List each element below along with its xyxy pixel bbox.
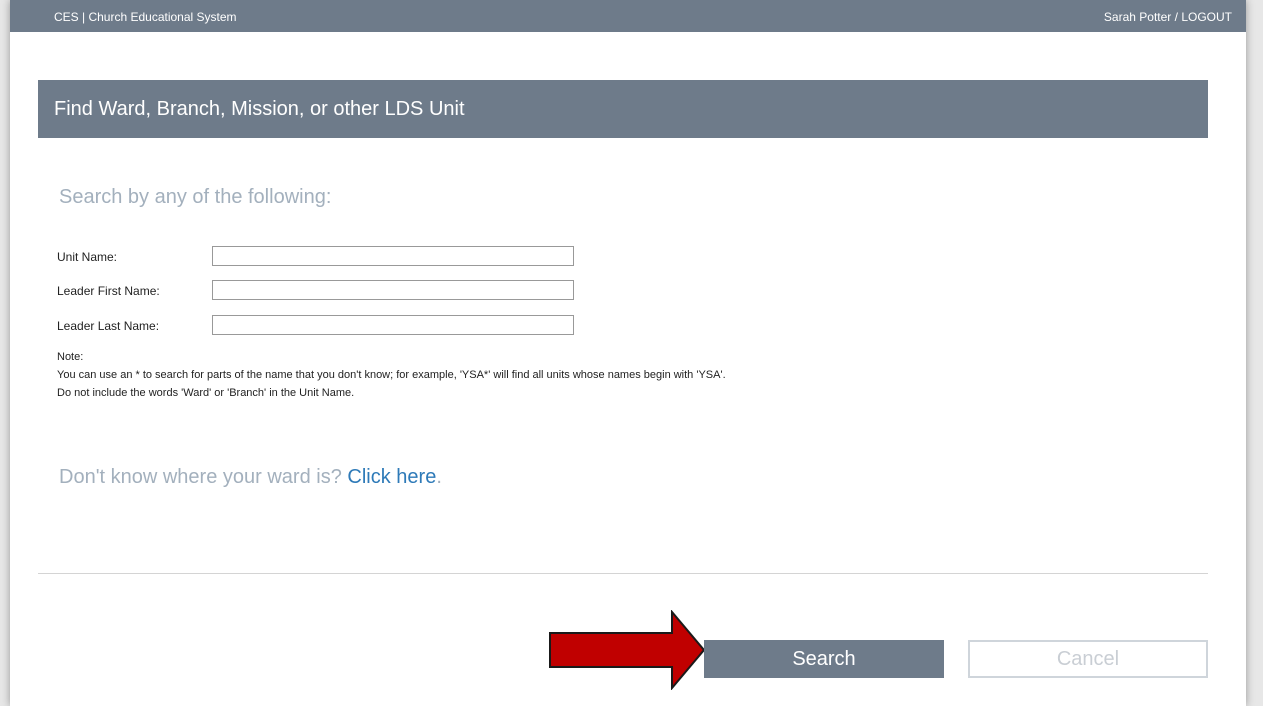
- leader-last-name-row: Leader Last Name:: [57, 315, 617, 337]
- leader-first-name-input[interactable]: [212, 280, 574, 300]
- click-here-link[interactable]: Click here: [347, 466, 436, 488]
- user-menu: Sarah Potter / LOGOUT: [1104, 10, 1232, 24]
- note-line-wildcard: You can use an * to search for parts of …: [57, 369, 726, 381]
- user-name: Sarah Potter: [1103, 10, 1172, 24]
- page-title: Find Ward, Branch, Mission, or other LDS…: [38, 80, 1208, 138]
- unit-name-label: Unit Name:: [57, 250, 118, 264]
- leader-last-name-label: Leader Last Name:: [57, 319, 160, 333]
- search-note: Note: You can use an * to search for par…: [57, 348, 726, 402]
- note-line-exclude: Do not include the words 'Ward' or 'Bran…: [57, 387, 355, 399]
- leader-first-name-row: Leader First Name:: [57, 280, 617, 302]
- ward-help-text: Don't know where your ward is?: [59, 466, 342, 488]
- search-heading: Search by any of the following:: [59, 186, 332, 208]
- top-bar: CES | Church Educational System Sarah Po…: [10, 0, 1246, 32]
- note-label: Note:: [57, 351, 84, 363]
- brand-label: CES | Church Educational System: [54, 10, 237, 24]
- app-window: CES | Church Educational System Sarah Po…: [10, 0, 1246, 706]
- logout-link[interactable]: LOGOUT: [1181, 10, 1232, 24]
- ward-help: Don't know where your ward is? Click her…: [59, 466, 442, 489]
- leader-last-name-input[interactable]: [212, 315, 574, 335]
- cancel-button[interactable]: Cancel: [968, 640, 1208, 678]
- search-button[interactable]: Search: [704, 640, 944, 678]
- leader-first-name-label: Leader First Name:: [57, 284, 160, 298]
- divider: [38, 573, 1208, 574]
- red-arrow-right-icon: [549, 610, 706, 690]
- unit-name-row: Unit Name:: [57, 246, 617, 268]
- ward-help-period: .: [436, 466, 442, 488]
- unit-name-input[interactable]: [212, 246, 574, 266]
- user-separator: /: [1174, 10, 1178, 24]
